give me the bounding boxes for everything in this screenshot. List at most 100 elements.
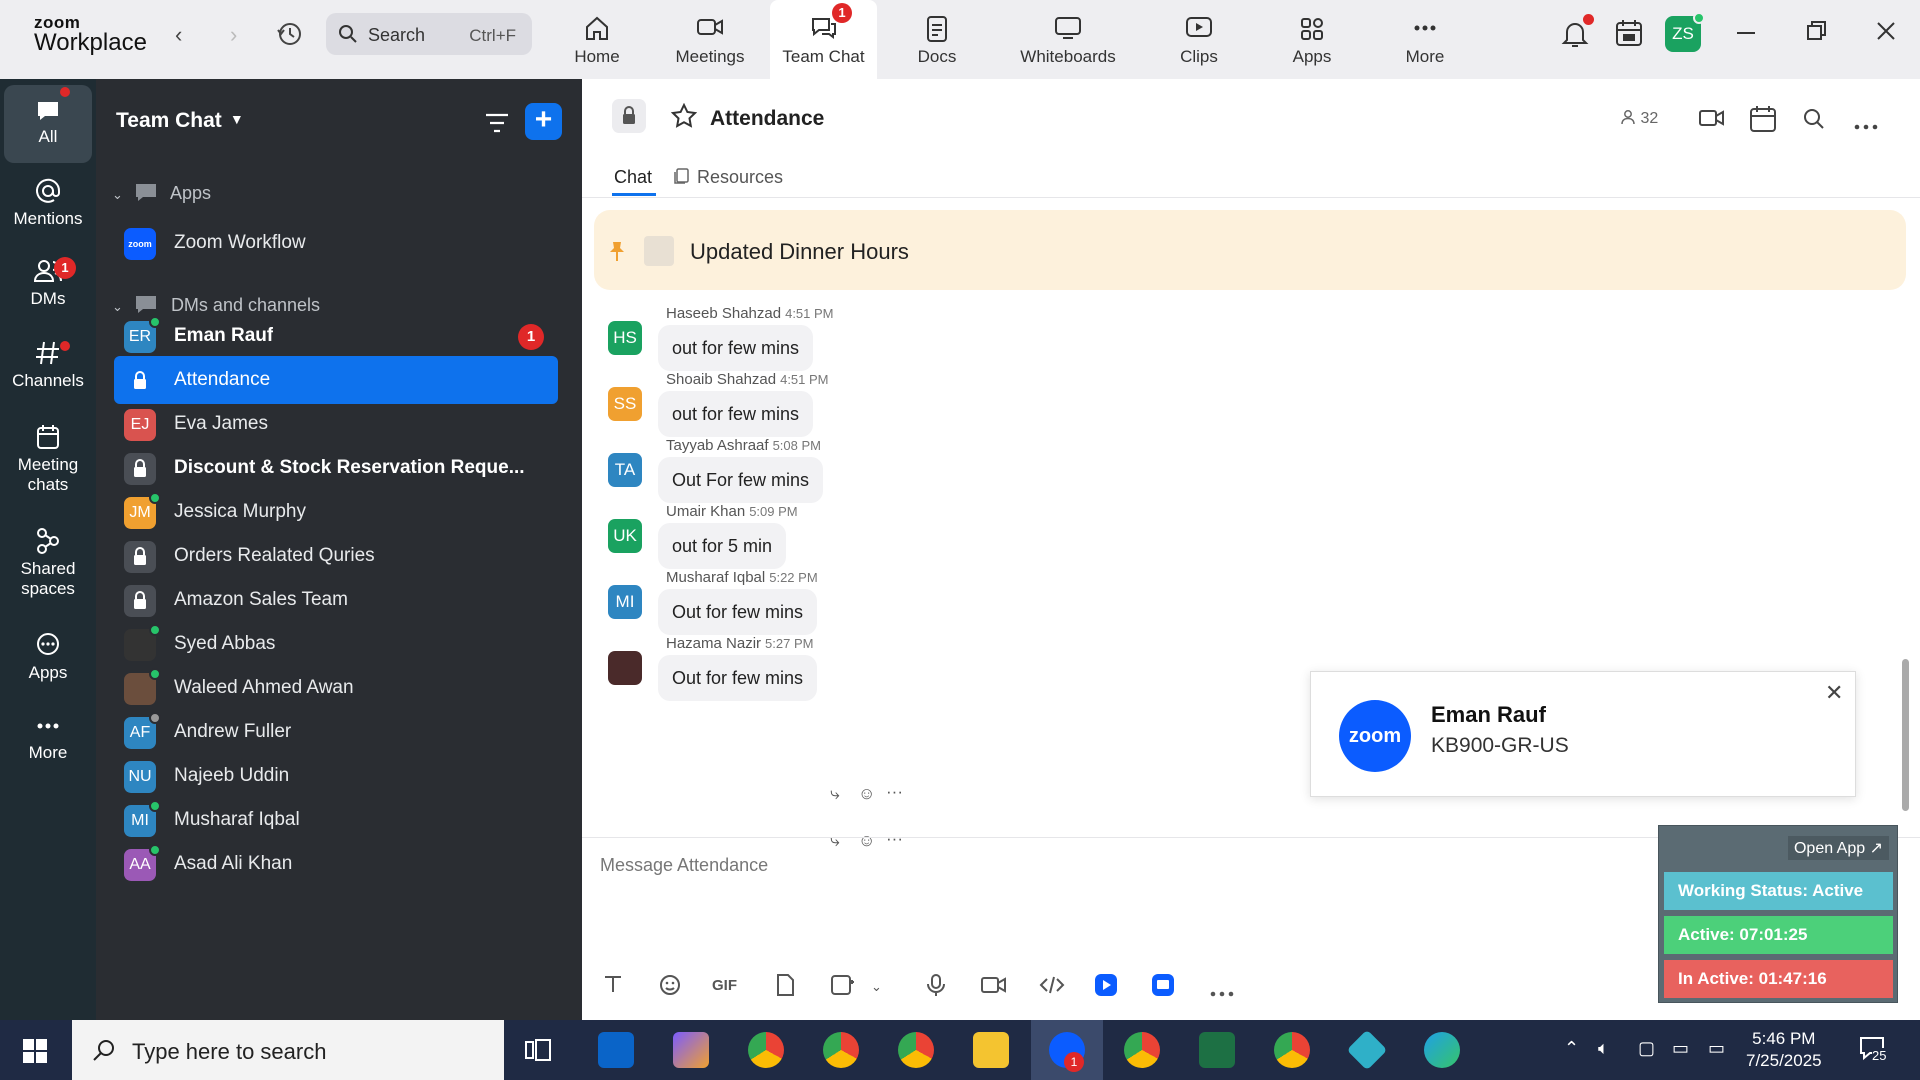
rail-item-mentions[interactable]: Mentions <box>4 177 92 229</box>
emoji-icon[interactable] <box>658 973 682 1002</box>
panel-title[interactable]: Team Chat ▼ <box>116 109 244 133</box>
new-chat-button[interactable]: + <box>525 103 562 140</box>
taskbar-search[interactable]: Type here to search <box>72 1020 504 1080</box>
chrome-profile-2-icon[interactable] <box>823 1032 859 1068</box>
close-window-icon[interactable] <box>1875 20 1897 49</box>
code-icon[interactable] <box>1038 973 1066 1002</box>
chrome-profile-4-icon[interactable] <box>1124 1032 1160 1068</box>
video-message-icon[interactable] <box>980 973 1008 1002</box>
more-tools-icon[interactable] <box>1210 984 1234 1002</box>
tab-home[interactable]: Home <box>544 0 650 79</box>
rail-item-shared-spaces[interactable]: Shared spaces <box>4 527 92 599</box>
minimize-icon[interactable] <box>1735 20 1757 48</box>
thread-emoji-icon[interactable]: ☺ <box>858 831 875 851</box>
chrome-profile-5-icon[interactable] <box>1274 1032 1310 1068</box>
whiteboard-app-icon[interactable] <box>1151 973 1175 1002</box>
sender-avatar[interactable]: TA <box>608 453 642 487</box>
filter-icon[interactable] <box>484 112 510 139</box>
notification-popup[interactable]: zoom Eman Rauf KB900-GR-US ✕ <box>1310 671 1856 797</box>
microphone-icon[interactable] <box>926 973 946 1002</box>
file-icon[interactable] <box>774 973 796 1002</box>
clips-app-icon[interactable] <box>1094 973 1118 1002</box>
member-count[interactable]: 32 <box>1620 109 1658 128</box>
message-bubble[interactable]: out for few mins <box>658 391 814 437</box>
tab-apps[interactable]: Apps <box>1259 0 1365 79</box>
search-icon[interactable] <box>1802 107 1826 136</box>
star-icon[interactable] <box>670 102 698 134</box>
tab-chat[interactable]: Chat <box>614 167 652 188</box>
restore-icon[interactable] <box>1806 20 1828 49</box>
more-actions-icon[interactable]: ··· <box>886 782 903 802</box>
rail-item-all[interactable]: All <box>4 85 92 163</box>
text-format-icon[interactable] <box>602 973 624 1000</box>
thread-reply-icon[interactable]: ⤷ <box>830 831 840 851</box>
list-item[interactable]: Waleed Ahmed Awan <box>114 664 558 712</box>
battery-icon[interactable]: ▭ <box>1672 1038 1689 1059</box>
schedule-icon[interactable] <box>1749 105 1777 138</box>
chevron-down-icon[interactable]: ⌄ <box>871 979 882 995</box>
open-app-button[interactable]: Open App ↗ <box>1787 836 1889 860</box>
message-bubble[interactable]: Out for few mins <box>658 655 818 701</box>
tab-resources[interactable]: Resources <box>672 167 783 188</box>
sender-avatar[interactable]: SS <box>608 387 642 421</box>
windows-start-icon[interactable] <box>22 1038 48 1069</box>
back-arrow-icon[interactable]: ‹ <box>175 22 182 48</box>
more-options-icon[interactable] <box>1854 117 1878 135</box>
pinned-message[interactable]: Updated Dinner Hours <box>594 210 1906 290</box>
notification-center-icon[interactable]: 25 <box>1858 1034 1887 1067</box>
sender-avatar[interactable]: HS <box>608 321 642 355</box>
message-bubble[interactable]: Out For few mins <box>658 457 824 503</box>
message-input[interactable]: Message Attendance <box>600 855 768 876</box>
list-item[interactable]: Attendance <box>114 356 558 404</box>
volume-icon[interactable]: 🔈︎ <box>1598 1038 1609 1059</box>
gif-button[interactable]: GIF <box>712 977 737 994</box>
list-item[interactable]: EJ Eva James <box>114 400 558 448</box>
app-diamond-icon[interactable] <box>1346 1029 1388 1071</box>
chat-scrollbar[interactable] <box>1902 659 1909 811</box>
list-item[interactable]: Discount & Stock Reservation Reque... <box>114 444 558 492</box>
file-explorer-icon[interactable] <box>973 1032 1009 1068</box>
sender-avatar[interactable] <box>608 651 642 685</box>
sender-name[interactable]: Tayyab Ashraaf <box>666 437 769 454</box>
task-view-icon[interactable] <box>524 1036 560 1072</box>
search-box[interactable]: Search Ctrl+F <box>326 13 532 55</box>
close-icon[interactable]: ✕ <box>1825 680 1843 706</box>
chrome-profile-3-icon[interactable] <box>898 1032 934 1068</box>
tab-clips[interactable]: Clips <box>1146 0 1252 79</box>
rail-item-more[interactable]: More <box>4 713 92 763</box>
rail-item-channels[interactable]: Channels <box>4 339 92 391</box>
thread-more-icon[interactable]: ··· <box>886 829 903 849</box>
edge-app-icon[interactable] <box>1424 1032 1460 1068</box>
taskbar-clock[interactable]: 5:46 PM 7/25/2025 <box>1746 1028 1822 1072</box>
forward-arrow-icon[interactable]: › <box>230 22 237 48</box>
tab-team-chat[interactable]: 1 Team Chat <box>770 0 877 79</box>
message-bubble[interactable]: out for few mins <box>658 325 814 371</box>
sender-avatar[interactable]: MI <box>608 585 642 619</box>
chevron-up-icon[interactable]: ⌃ <box>1564 1038 1579 1059</box>
list-item[interactable]: MI Musharaf Iqbal <box>114 796 558 844</box>
section-apps[interactable]: ⌄ Apps <box>112 181 211 204</box>
emoji-react-icon[interactable]: ☺ <box>858 784 875 804</box>
screenshot-icon[interactable] <box>830 973 856 1002</box>
sender-name[interactable]: Umair Khan <box>666 503 745 520</box>
outlook-app-icon[interactable] <box>598 1032 634 1068</box>
list-item[interactable]: JM Jessica Murphy <box>114 488 558 536</box>
copilot-app-icon[interactable] <box>673 1032 709 1068</box>
list-item-zoom-workflow[interactable]: zoom Zoom Workflow <box>114 219 558 267</box>
tab-more[interactable]: More <box>1372 0 1478 79</box>
video-call-icon[interactable] <box>1698 107 1726 134</box>
tab-meetings[interactable]: Meetings <box>657 0 763 79</box>
list-item[interactable]: ER Eman Rauf 1 <box>114 312 558 360</box>
list-item[interactable]: Orders Realated Quries <box>114 532 558 580</box>
reply-icon[interactable]: ⤷ <box>830 784 840 804</box>
sender-name[interactable]: Shoaib Shahzad <box>666 371 776 388</box>
chrome-app-icon[interactable] <box>748 1032 784 1068</box>
message-bubble[interactable]: out for 5 min <box>658 523 787 569</box>
excel-app-icon[interactable] <box>1199 1032 1235 1068</box>
list-item[interactable]: NU Najeeb Uddin <box>114 752 558 800</box>
device-icon[interactable]: ▢ <box>1638 1038 1655 1059</box>
sender-name[interactable]: Hazama Nazir <box>666 635 761 652</box>
rail-item-meeting-chats[interactable]: Meeting chats <box>4 423 92 495</box>
list-item[interactable]: AF Andrew Fuller <box>114 708 558 756</box>
rail-item-dms[interactable]: 1 DMs <box>4 257 92 309</box>
